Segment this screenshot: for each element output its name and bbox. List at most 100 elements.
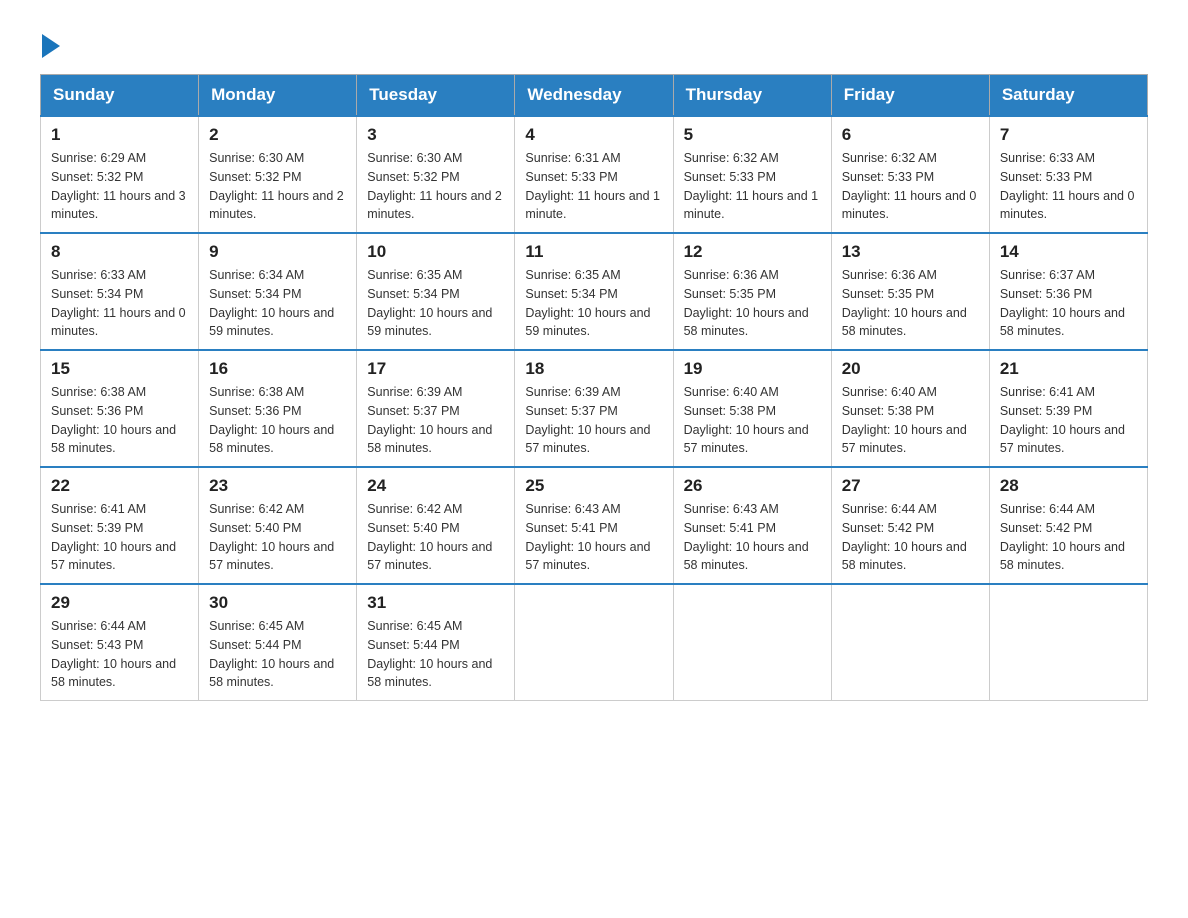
day-info: Sunrise: 6:44 AMSunset: 5:42 PMDaylight:… [1000,500,1137,575]
day-info: Sunrise: 6:40 AMSunset: 5:38 PMDaylight:… [842,383,979,458]
day-info: Sunrise: 6:39 AMSunset: 5:37 PMDaylight:… [367,383,504,458]
day-info: Sunrise: 6:31 AMSunset: 5:33 PMDaylight:… [525,149,662,224]
day-info: Sunrise: 6:44 AMSunset: 5:43 PMDaylight:… [51,617,188,692]
day-info: Sunrise: 6:36 AMSunset: 5:35 PMDaylight:… [842,266,979,341]
day-info: Sunrise: 6:42 AMSunset: 5:40 PMDaylight:… [367,500,504,575]
day-info: Sunrise: 6:43 AMSunset: 5:41 PMDaylight:… [684,500,821,575]
calendar-cell [989,584,1147,701]
calendar-cell: 19 Sunrise: 6:40 AMSunset: 5:38 PMDayligh… [673,350,831,467]
day-number: 25 [525,476,662,496]
day-number: 5 [684,125,821,145]
calendar-cell: 12 Sunrise: 6:36 AMSunset: 5:35 PMDayligh… [673,233,831,350]
day-info: Sunrise: 6:43 AMSunset: 5:41 PMDaylight:… [525,500,662,575]
calendar-cell: 16 Sunrise: 6:38 AMSunset: 5:36 PMDayligh… [199,350,357,467]
day-info: Sunrise: 6:34 AMSunset: 5:34 PMDaylight:… [209,266,346,341]
day-number: 28 [1000,476,1137,496]
calendar-cell: 25 Sunrise: 6:43 AMSunset: 5:41 PMDayligh… [515,467,673,584]
calendar-cell: 21Sunrise: 6:41 AMSunset: 5:39 PMDayligh… [989,350,1147,467]
day-number: 13 [842,242,979,262]
calendar-header-monday: Monday [199,75,357,117]
calendar-cell: 4 Sunrise: 6:31 AMSunset: 5:33 PMDaylight… [515,116,673,233]
calendar-cell: 1 Sunrise: 6:29 AMSunset: 5:32 PMDaylight… [41,116,199,233]
day-number: 27 [842,476,979,496]
day-info: Sunrise: 6:44 AMSunset: 5:42 PMDaylight:… [842,500,979,575]
day-number: 29 [51,593,188,613]
calendar-cell: 22 Sunrise: 6:41 AMSunset: 5:39 PMDayligh… [41,467,199,584]
day-number: 12 [684,242,821,262]
calendar-cell: 29 Sunrise: 6:44 AMSunset: 5:43 PMDayligh… [41,584,199,701]
day-number: 14 [1000,242,1137,262]
day-number: 17 [367,359,504,379]
calendar-cell: 5 Sunrise: 6:32 AMSunset: 5:33 PMDaylight… [673,116,831,233]
calendar-cell: 18 Sunrise: 6:39 AMSunset: 5:37 PMDayligh… [515,350,673,467]
calendar-cell: 9 Sunrise: 6:34 AMSunset: 5:34 PMDaylight… [199,233,357,350]
calendar-cell: 8Sunrise: 6:33 AMSunset: 5:34 PMDaylight… [41,233,199,350]
day-info: Sunrise: 6:42 AMSunset: 5:40 PMDaylight:… [209,500,346,575]
calendar-cell [515,584,673,701]
calendar-cell: 13 Sunrise: 6:36 AMSunset: 5:35 PMDayligh… [831,233,989,350]
day-info: Sunrise: 6:29 AMSunset: 5:32 PMDaylight:… [51,149,188,224]
calendar-cell: 10Sunrise: 6:35 AMSunset: 5:34 PMDayligh… [357,233,515,350]
page-header [40,30,1148,54]
day-info: Sunrise: 6:39 AMSunset: 5:37 PMDaylight:… [525,383,662,458]
day-number: 22 [51,476,188,496]
day-number: 1 [51,125,188,145]
day-number: 30 [209,593,346,613]
calendar-header-friday: Friday [831,75,989,117]
day-info: Sunrise: 6:33 AMSunset: 5:34 PMDaylight:… [51,266,188,341]
day-info: Sunrise: 6:38 AMSunset: 5:36 PMDaylight:… [209,383,346,458]
calendar-cell: 3Sunrise: 6:30 AMSunset: 5:32 PMDaylight… [357,116,515,233]
day-number: 16 [209,359,346,379]
day-number: 20 [842,359,979,379]
day-info: Sunrise: 6:36 AMSunset: 5:35 PMDaylight:… [684,266,821,341]
day-number: 9 [209,242,346,262]
day-number: 26 [684,476,821,496]
day-number: 11 [525,242,662,262]
day-number: 24 [367,476,504,496]
day-number: 7 [1000,125,1137,145]
logo [40,30,62,54]
calendar-header-wednesday: Wednesday [515,75,673,117]
day-info: Sunrise: 6:33 AMSunset: 5:33 PMDaylight:… [1000,149,1137,224]
day-number: 15 [51,359,188,379]
calendar-cell: 6Sunrise: 6:32 AMSunset: 5:33 PMDaylight… [831,116,989,233]
day-info: Sunrise: 6:32 AMSunset: 5:33 PMDaylight:… [684,149,821,224]
calendar-cell: 23 Sunrise: 6:42 AMSunset: 5:40 PMDayligh… [199,467,357,584]
day-number: 23 [209,476,346,496]
calendar-cell: 24 Sunrise: 6:42 AMSunset: 5:40 PMDayligh… [357,467,515,584]
day-info: Sunrise: 6:41 AMSunset: 5:39 PMDaylight:… [1000,383,1137,458]
day-info: Sunrise: 6:35 AMSunset: 5:34 PMDaylight:… [525,266,662,341]
calendar-week-3: 15 Sunrise: 6:38 AMSunset: 5:36 PMDayligh… [41,350,1148,467]
calendar-cell: 2 Sunrise: 6:30 AMSunset: 5:32 PMDaylight… [199,116,357,233]
calendar-week-4: 22 Sunrise: 6:41 AMSunset: 5:39 PMDayligh… [41,467,1148,584]
day-info: Sunrise: 6:37 AMSunset: 5:36 PMDaylight:… [1000,266,1137,341]
calendar-cell: 31Sunrise: 6:45 AMSunset: 5:44 PMDayligh… [357,584,515,701]
day-info: Sunrise: 6:45 AMSunset: 5:44 PMDaylight:… [209,617,346,692]
calendar-cell: 14 Sunrise: 6:37 AMSunset: 5:36 PMDayligh… [989,233,1147,350]
day-number: 2 [209,125,346,145]
calendar-week-1: 1 Sunrise: 6:29 AMSunset: 5:32 PMDaylight… [41,116,1148,233]
calendar-cell: 27 Sunrise: 6:44 AMSunset: 5:42 PMDayligh… [831,467,989,584]
calendar-table: SundayMondayTuesdayWednesdayThursdayFrid… [40,74,1148,701]
day-info: Sunrise: 6:30 AMSunset: 5:32 PMDaylight:… [209,149,346,224]
calendar-header-sunday: Sunday [41,75,199,117]
day-number: 19 [684,359,821,379]
calendar-cell: 17 Sunrise: 6:39 AMSunset: 5:37 PMDayligh… [357,350,515,467]
day-info: Sunrise: 6:38 AMSunset: 5:36 PMDaylight:… [51,383,188,458]
day-info: Sunrise: 6:40 AMSunset: 5:38 PMDaylight:… [684,383,821,458]
calendar-week-5: 29 Sunrise: 6:44 AMSunset: 5:43 PMDayligh… [41,584,1148,701]
calendar-cell: 30 Sunrise: 6:45 AMSunset: 5:44 PMDayligh… [199,584,357,701]
day-number: 18 [525,359,662,379]
day-number: 10 [367,242,504,262]
calendar-cell: 11 Sunrise: 6:35 AMSunset: 5:34 PMDayligh… [515,233,673,350]
day-number: 6 [842,125,979,145]
day-info: Sunrise: 6:41 AMSunset: 5:39 PMDaylight:… [51,500,188,575]
calendar-cell: 15 Sunrise: 6:38 AMSunset: 5:36 PMDayligh… [41,350,199,467]
day-info: Sunrise: 6:45 AMSunset: 5:44 PMDaylight:… [367,617,504,692]
calendar-cell: 28 Sunrise: 6:44 AMSunset: 5:42 PMDayligh… [989,467,1147,584]
calendar-header-thursday: Thursday [673,75,831,117]
day-number: 4 [525,125,662,145]
day-number: 3 [367,125,504,145]
calendar-header-row: SundayMondayTuesdayWednesdayThursdayFrid… [41,75,1148,117]
calendar-header-tuesday: Tuesday [357,75,515,117]
